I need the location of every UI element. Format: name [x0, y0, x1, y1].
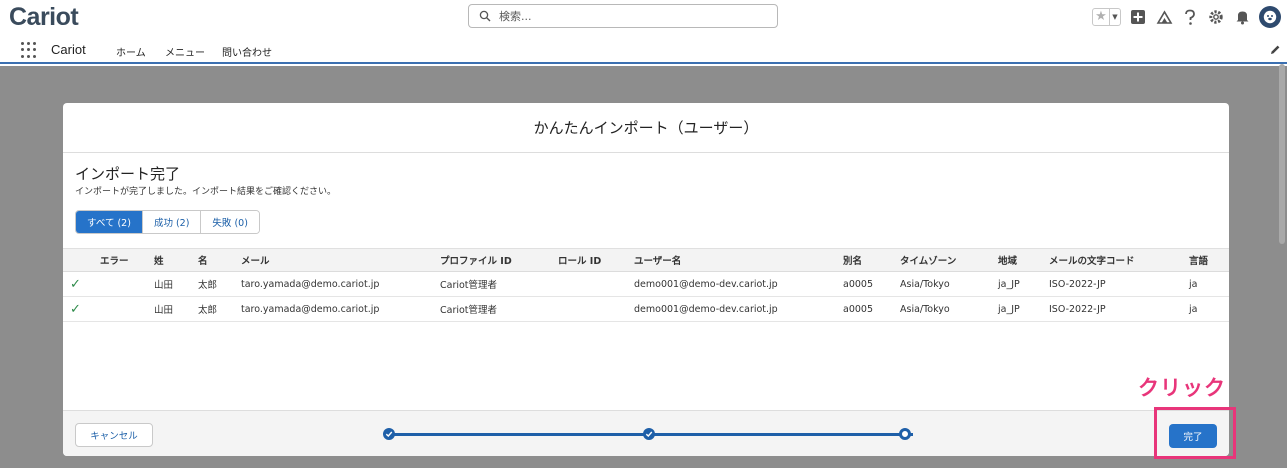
cell-first-name: 太郎	[198, 305, 218, 316]
progress-step-3-current-icon[interactable]	[899, 428, 911, 440]
modal-footer: キャンセル 完了	[63, 410, 1229, 456]
cell-email: taro.yamada@demo.cariot.jp	[241, 278, 380, 290]
column-header-role-id: ロール ID	[558, 256, 602, 267]
cell-last-name: 山田	[154, 305, 174, 316]
column-header-timezone: タイムゾーン	[900, 256, 957, 267]
cell-first-name: 太郎	[198, 280, 218, 291]
cancel-button[interactable]: キャンセル	[75, 423, 153, 447]
cell-alias: a0005	[843, 303, 873, 315]
cell-email: taro.yamada@demo.cariot.jp	[241, 303, 380, 315]
click-annotation-label: クリック	[1138, 376, 1226, 400]
success-check-icon: ✓	[70, 301, 81, 317]
app-navigation-bar: Cariot ホーム メニュー 問い合わせ	[0, 36, 1287, 64]
edit-nav-pencil-icon[interactable]	[1269, 44, 1281, 56]
success-check-icon: ✓	[70, 276, 81, 292]
cell-profile-id: Cariot管理者	[440, 305, 498, 316]
table-row: ✓ 山田 太郎 taro.yamada@demo.cariot.jp Cario…	[63, 272, 1229, 297]
global-header: Cariot 検索... ★ ▼	[0, 0, 1287, 36]
column-header-username: ユーザー名	[634, 256, 682, 267]
import-modal: かんたんインポート（ユーザー） インポート完了 インポートが完了しました。インポ…	[63, 103, 1229, 456]
cell-locale: ja_JP	[998, 278, 1020, 290]
cell-language: ja	[1189, 278, 1198, 290]
modal-header: かんたんインポート（ユーザー）	[63, 103, 1229, 153]
cell-timezone: Asia/Tokyo	[900, 303, 950, 315]
cell-alias: a0005	[843, 278, 873, 290]
section-subtitle: インポートが完了しました。インポート結果をご確認ください。	[75, 187, 337, 197]
column-header-first-name: 名	[198, 256, 208, 267]
header-utility-icons: ★ ▼	[1092, 4, 1281, 30]
trailhead-icon[interactable]	[1155, 8, 1173, 26]
user-avatar[interactable]	[1259, 6, 1281, 28]
column-header-alias: 別名	[843, 256, 863, 267]
search-placeholder: 検索...	[499, 10, 532, 23]
search-icon	[479, 10, 491, 22]
column-header-last-name: 姓	[154, 256, 164, 267]
result-filter-tabs: すべて (2) 成功 (2) 失敗 (0)	[75, 210, 260, 234]
nav-item-menu[interactable]: メニュー	[165, 44, 205, 59]
column-header-locale: 地域	[998, 256, 1018, 267]
cell-language: ja	[1189, 303, 1198, 315]
cariot-logo[interactable]: Cariot	[9, 3, 79, 32]
tab-success[interactable]: 成功 (2)	[142, 211, 202, 233]
nav-item-inquiry[interactable]: 問い合わせ	[222, 44, 272, 59]
global-search-input[interactable]: 検索...	[468, 4, 778, 28]
modal-title: かんたんインポート（ユーザー）	[533, 119, 759, 137]
star-icon[interactable]: ★	[1093, 9, 1109, 25]
progress-step-2-complete-icon[interactable]	[643, 428, 655, 440]
column-header-email: メール	[241, 256, 270, 267]
table-header-row: エラー 姓 名 メール プロファイル ID ロール ID ユーザー名 別名 タイ…	[63, 248, 1229, 272]
app-name: Cariot	[51, 42, 86, 57]
import-result-table: エラー 姓 名 メール プロファイル ID ロール ID ユーザー名 別名 タイ…	[63, 248, 1229, 322]
nav-item-home[interactable]: ホーム	[116, 44, 146, 59]
cell-timezone: Asia/Tokyo	[900, 278, 950, 290]
column-header-language: 言語	[1189, 256, 1209, 267]
section-title: インポート完了	[75, 165, 181, 183]
column-header-error: エラー	[100, 256, 129, 267]
cell-email-encoding: ISO-2022-JP	[1049, 303, 1106, 315]
bell-icon[interactable]	[1233, 8, 1251, 26]
cell-locale: ja_JP	[998, 303, 1020, 315]
app-launcher-icon[interactable]	[21, 42, 37, 58]
cell-username: demo001@demo-dev.cariot.jp	[634, 278, 778, 290]
tab-all[interactable]: すべて (2)	[76, 211, 143, 233]
gear-icon[interactable]	[1207, 8, 1225, 26]
progress-step-1-complete-icon[interactable]	[383, 428, 395, 440]
global-add-icon[interactable]	[1129, 8, 1147, 26]
column-header-profile-id: プロファイル ID	[440, 256, 512, 267]
tab-failure[interactable]: 失敗 (0)	[201, 211, 259, 233]
cell-last-name: 山田	[154, 280, 174, 291]
click-annotation-highlight	[1154, 407, 1236, 459]
page-scrollbar[interactable]	[1279, 64, 1285, 244]
table-row: ✓ 山田 太郎 taro.yamada@demo.cariot.jp Cario…	[63, 297, 1229, 322]
cell-email-encoding: ISO-2022-JP	[1049, 278, 1106, 290]
favorites-control[interactable]: ★ ▼	[1092, 8, 1121, 26]
cell-profile-id: Cariot管理者	[440, 280, 498, 291]
chevron-down-icon[interactable]: ▼	[1109, 9, 1120, 25]
column-header-email-encoding: メールの文字コード	[1049, 256, 1135, 267]
help-icon[interactable]	[1181, 8, 1199, 26]
cell-username: demo001@demo-dev.cariot.jp	[634, 303, 778, 315]
step-progress-indicator	[381, 427, 921, 441]
